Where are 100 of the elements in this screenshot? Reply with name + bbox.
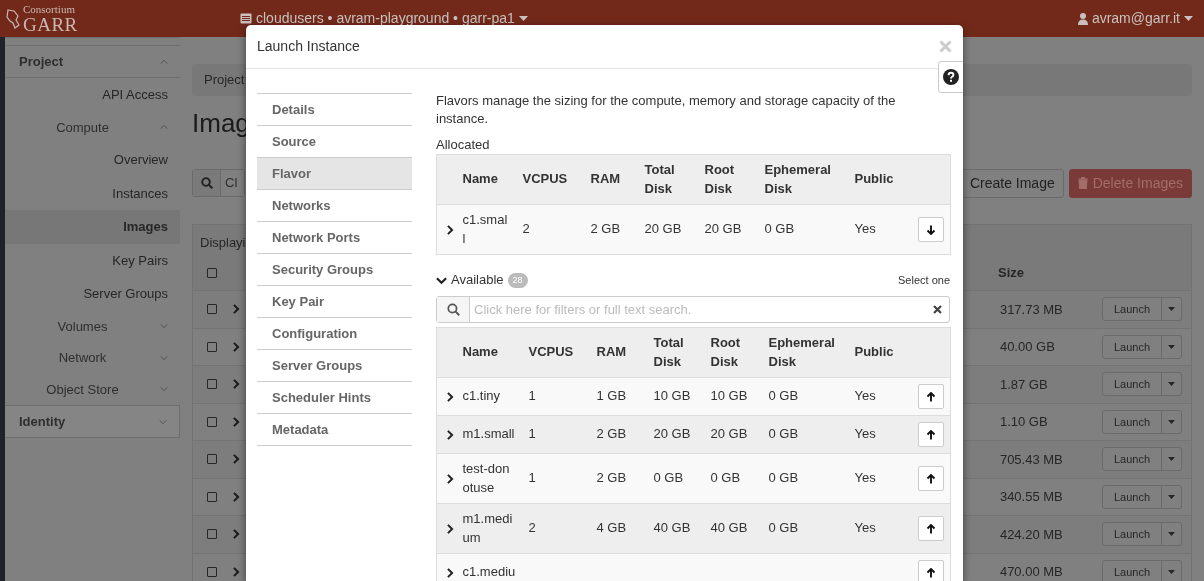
add-button[interactable] — [918, 466, 944, 491]
column-header: RAM — [596, 327, 654, 378]
table-cell: 0 GB — [768, 503, 855, 554]
column-header: Size — [998, 264, 1025, 283]
sidebar-item[interactable]: Images — [5, 210, 180, 244]
table-cell: test-donotuse — [462, 453, 529, 504]
arrow-up-icon — [926, 391, 936, 402]
table-cell: 1 — [528, 415, 597, 454]
checkbox[interactable] — [207, 491, 217, 502]
arrow-up-icon — [926, 567, 936, 578]
launch-button[interactable]: Launch — [1101, 484, 1162, 509]
search-box[interactable]: Cl — [192, 169, 245, 197]
caret-icon — [1168, 344, 1175, 349]
dropdown-toggle-button[interactable] — [1162, 297, 1182, 322]
dropdown-toggle-button[interactable] — [1162, 372, 1182, 397]
sidebar-item[interactable]: Instances — [5, 176, 180, 210]
sidebar-section[interactable]: Identity — [5, 405, 180, 438]
sidebar-group[interactable]: Object Store — [5, 373, 180, 405]
checkbox[interactable] — [207, 566, 217, 577]
add-button[interactable] — [918, 560, 944, 581]
search-icon — [200, 177, 213, 189]
arrow-up-icon — [926, 523, 936, 534]
arrow-down-icon — [926, 224, 936, 235]
table-cell: m1.small — [462, 415, 529, 454]
table-cell: 0 GB — [710, 453, 769, 504]
add-button[interactable] — [918, 422, 944, 447]
table-cell: 0 GB — [653, 453, 711, 504]
table-cell: 10 GB — [710, 377, 769, 416]
launch-button[interactable]: Launch — [1101, 297, 1162, 322]
table-cell-text: 1.87 GB — [999, 375, 1049, 394]
caret-icon — [1168, 569, 1175, 574]
chevron-right-icon[interactable] — [445, 429, 455, 440]
add-button[interactable] — [918, 516, 944, 541]
checkbox[interactable] — [207, 268, 217, 278]
launch-button[interactable]: Launch — [1101, 559, 1162, 581]
checkbox[interactable] — [207, 454, 217, 465]
wizard-step[interactable]: Network Ports — [257, 221, 412, 253]
breadcrumb-item[interactable]: Project — [204, 70, 245, 90]
close-icon — [933, 305, 942, 314]
wizard-step[interactable]: Details — [257, 93, 412, 125]
caret-icon — [1184, 16, 1193, 21]
column-header: Ephemeral Disk — [768, 327, 855, 378]
dropdown-toggle-button[interactable] — [1162, 522, 1182, 547]
wizard-step[interactable]: Configuration — [257, 317, 412, 349]
wizard-step[interactable]: Metadata — [257, 413, 412, 445]
sidebar-section[interactable]: Project — [5, 45, 180, 78]
caret-icon — [518, 16, 528, 21]
sidebar-item[interactable]: Key Pairs — [5, 243, 180, 277]
sidebar-group[interactable]: Compute — [5, 111, 180, 143]
project-selector[interactable]: cloudusers • avram-playground • garr-pa1 — [240, 8, 528, 29]
table-cell: 2 GB — [590, 204, 645, 255]
chevron-right-icon[interactable] — [445, 567, 455, 578]
sidebar-item[interactable]: API Access — [5, 78, 180, 112]
checkbox[interactable] — [207, 341, 217, 352]
table-cell: 20 GB — [710, 415, 769, 454]
user-menu[interactable]: avram@garr.it — [1077, 8, 1193, 29]
chevron-up-icon — [160, 57, 168, 66]
chevron-right-icon[interactable] — [445, 224, 455, 235]
table-cell: 0 GB — [768, 453, 855, 504]
dropdown-toggle-button[interactable] — [1162, 334, 1182, 359]
arrow-up-icon — [926, 429, 936, 440]
launch-button[interactable]: Launch — [1101, 372, 1162, 397]
wizard-step[interactable]: Security Groups — [257, 253, 412, 285]
column-header: VCPUS — [522, 154, 591, 205]
checkbox[interactable] — [207, 529, 217, 540]
launch-button[interactable]: Launch — [1101, 409, 1162, 434]
sidebar-item[interactable]: Overview — [5, 143, 180, 177]
wizard-step[interactable]: Networks — [257, 189, 412, 221]
sidebar-group[interactable]: Volumes — [5, 310, 180, 342]
logo[interactable]: Consortium GARR — [5, 0, 83, 37]
chevron-right-icon[interactable] — [445, 473, 455, 484]
column-header: Public — [854, 154, 911, 205]
launch-button[interactable]: Launch — [1101, 522, 1162, 547]
dropdown-toggle-button[interactable] — [1162, 409, 1182, 434]
chevron-right-icon[interactable] — [445, 391, 455, 402]
help-button[interactable] — [938, 61, 963, 93]
wizard-step[interactable]: Flavor — [257, 157, 412, 189]
dropdown-toggle-button[interactable] — [1162, 559, 1182, 581]
launch-button[interactable]: Launch — [1101, 334, 1162, 359]
remove-button[interactable] — [918, 217, 944, 242]
column-header: Name — [462, 327, 529, 378]
modal-title: Launch Instance — [257, 37, 360, 56]
checkbox[interactable] — [207, 416, 217, 427]
checkbox[interactable] — [207, 379, 217, 390]
dropdown-toggle-button[interactable] — [1162, 447, 1182, 472]
sidebar-item[interactable]: Server Groups — [5, 277, 180, 311]
add-button[interactable] — [918, 384, 944, 409]
wizard-step[interactable]: Key Pair — [257, 285, 412, 317]
chevron-right-icon[interactable] — [445, 523, 455, 534]
wizard-step[interactable]: Server Groups — [257, 349, 412, 381]
caret-icon — [1168, 494, 1175, 499]
launch-button[interactable]: Launch — [1101, 447, 1162, 472]
wizard-step[interactable]: Scheduler Hints — [257, 381, 412, 413]
chevron-down-icon — [160, 353, 168, 362]
table-cell-text: 424.20 MB — [999, 525, 1064, 544]
sidebar-group[interactable]: Network — [5, 342, 180, 374]
checkbox[interactable] — [207, 304, 217, 315]
available-toggle[interactable]: Available — [436, 270, 504, 290]
dropdown-toggle-button[interactable] — [1162, 484, 1182, 509]
create-button[interactable]: Create Image — [960, 168, 1064, 198]
